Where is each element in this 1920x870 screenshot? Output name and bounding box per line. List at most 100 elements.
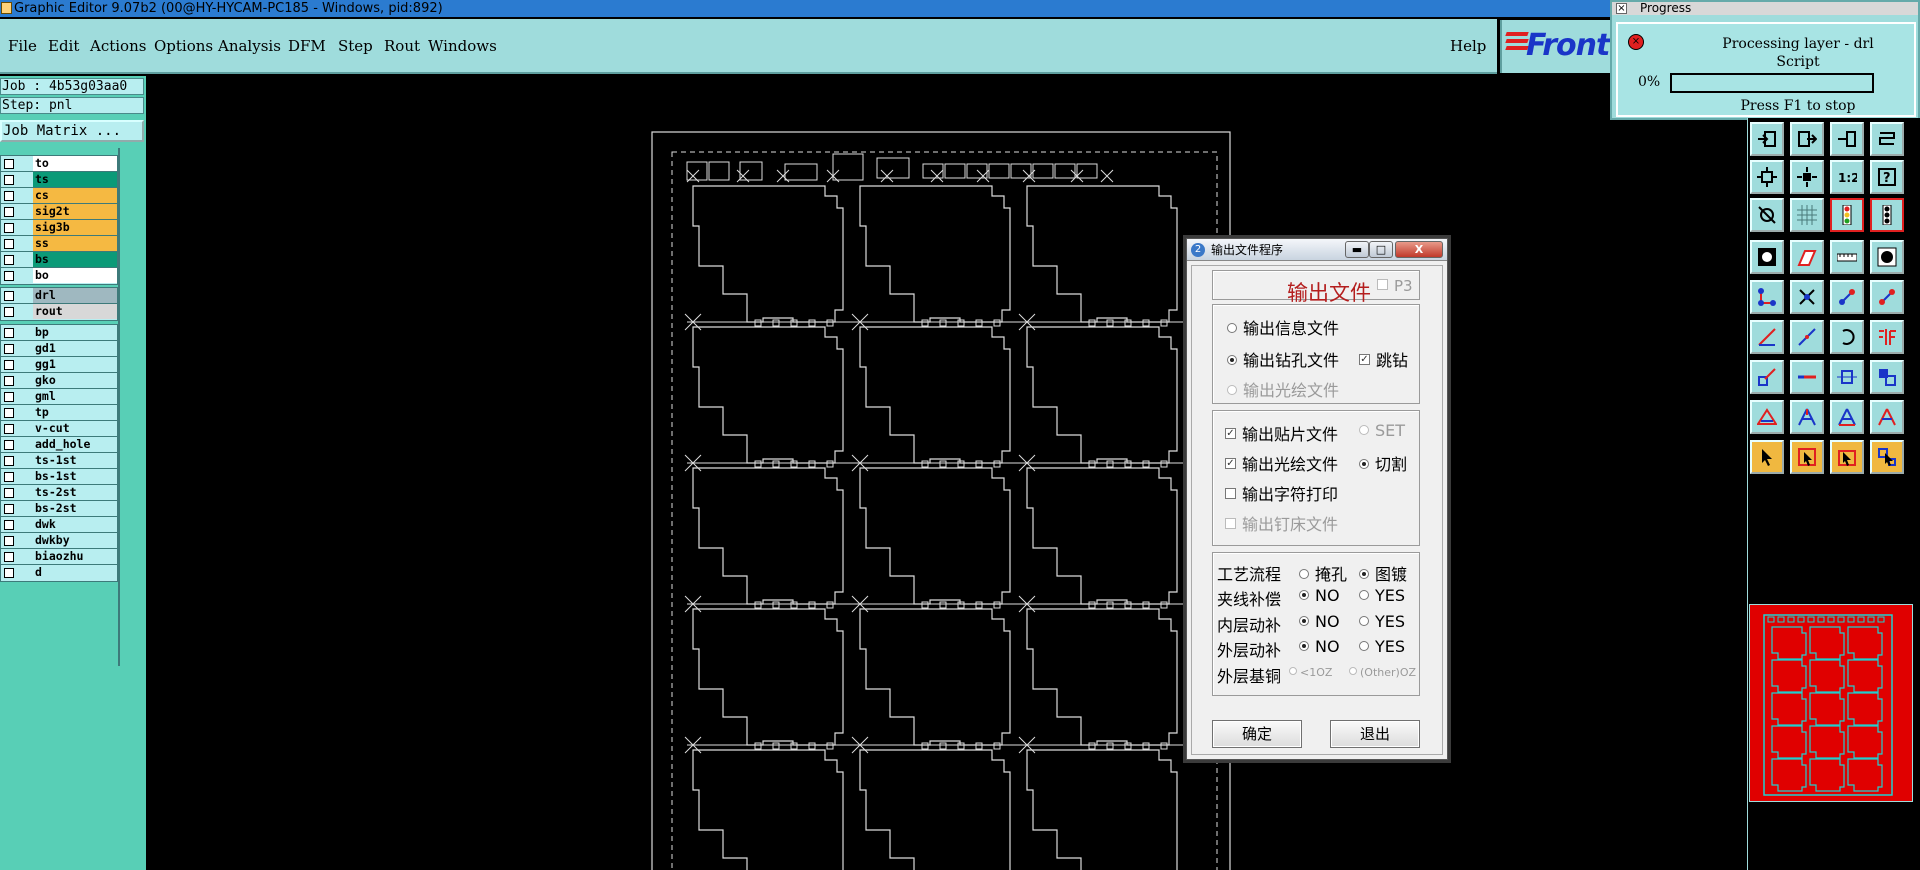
zoom-fit-icon[interactable] [1750, 160, 1784, 194]
layer-row-gko[interactable]: gko [1, 373, 117, 389]
layer-checkbox[interactable] [4, 376, 14, 386]
layer-checkbox[interactable] [4, 472, 14, 482]
layer-row-bs[interactable]: bs [1, 252, 117, 268]
checkbox-gerber-file[interactable]: ✓ 输出光绘文件 [1225, 451, 1338, 475]
layer-row-sig3b[interactable]: sig3b [1, 220, 117, 236]
layer-row-ts-2st[interactable]: ts-2st [1, 485, 117, 501]
exit-button[interactable]: 退出 [1330, 720, 1420, 748]
menu-actions[interactable]: Actions [90, 37, 146, 55]
delete-icon[interactable] [1790, 280, 1824, 314]
layer-checkbox[interactable] [4, 239, 14, 249]
radio-base-other[interactable]: (Other)OZ [1349, 666, 1416, 679]
select-box-icon[interactable] [1790, 440, 1824, 474]
layer-checkbox[interactable] [4, 207, 14, 217]
minimize-button[interactable]: ▬ [1345, 241, 1369, 258]
radio-inner-no[interactable]: NO [1299, 612, 1340, 631]
p3-checkbox[interactable]: P3 [1377, 277, 1413, 295]
step-in-icon[interactable] [1750, 122, 1784, 156]
layer-checkbox[interactable] [4, 223, 14, 233]
layer-checkbox[interactable] [4, 488, 14, 498]
display-settings-icon[interactable] [1870, 198, 1904, 232]
radio-base-lt1oz[interactable]: <1OZ [1289, 666, 1332, 679]
layer-checkbox[interactable] [4, 271, 14, 281]
layer-row-v-cut[interactable]: v-cut [1, 421, 117, 437]
layer-checkbox[interactable] [4, 392, 14, 402]
radio-clip-no[interactable]: NO [1299, 586, 1340, 605]
menu-rout[interactable]: Rout [384, 37, 420, 55]
copy-icon[interactable] [1870, 280, 1904, 314]
close-button[interactable]: X [1395, 241, 1443, 258]
layer-row-gg1[interactable]: gg1 [1, 357, 117, 373]
zoom-center-icon[interactable] [1790, 160, 1824, 194]
radio-outer-no[interactable]: NO [1299, 637, 1340, 656]
circle-icon[interactable] [1870, 240, 1904, 274]
menu-edit[interactable]: Edit [48, 37, 79, 55]
layer-colors-icon[interactable] [1830, 198, 1864, 232]
layer-checkbox[interactable] [4, 408, 14, 418]
layer-checkbox[interactable] [4, 552, 14, 562]
menu-options[interactable]: Options [154, 37, 213, 55]
layer-checkbox[interactable] [4, 504, 14, 514]
checkbox-jump-drill[interactable]: ✓ 跳钻 [1359, 347, 1408, 371]
select-poly-icon[interactable] [1830, 440, 1864, 474]
layer-row-add_hole[interactable]: add_hole [1, 437, 117, 453]
graphic-canvas[interactable] [147, 76, 1747, 870]
radio-process-plate[interactable]: 图镀 [1359, 561, 1407, 585]
layer-checkbox[interactable] [4, 175, 14, 185]
layer-row-bp[interactable]: bp [1, 325, 117, 341]
panel-minimap[interactable] [1749, 604, 1913, 802]
layer-row-biaozhu[interactable]: biaozhu [1, 549, 117, 565]
snap-icon[interactable] [1830, 122, 1864, 156]
stop-icon[interactable]: × [1628, 34, 1644, 50]
triangle-icon[interactable] [1750, 400, 1784, 434]
layer-row-gd1[interactable]: gd1 [1, 341, 117, 357]
layer-checkbox[interactable] [4, 191, 14, 201]
select-pointer-icon[interactable] [1750, 440, 1784, 474]
trim-icon[interactable] [1790, 360, 1824, 394]
radio-clip-yes[interactable]: YES [1359, 586, 1405, 605]
menu-analysis[interactable]: Analysis [218, 37, 281, 55]
arc-icon[interactable] [1830, 320, 1864, 354]
layer-checkbox[interactable] [4, 328, 14, 338]
layer-checkbox[interactable] [4, 344, 14, 354]
layer-row-dwk[interactable]: dwk [1, 517, 117, 533]
line-icon[interactable] [1750, 320, 1784, 354]
pad-icon[interactable] [1750, 240, 1784, 274]
radio-gerber-file[interactable]: 输出光绘文件 [1227, 377, 1339, 401]
checkbox-smt-file[interactable]: ✓ 输出贴片文件 [1225, 421, 1338, 445]
layer-row-to[interactable]: to [1, 156, 117, 172]
layer-row-drl[interactable]: drl [1, 288, 117, 304]
menu-windows[interactable]: Windows [428, 37, 497, 55]
layer-row-cs[interactable]: cs [1, 188, 117, 204]
zoom-1to2-icon[interactable]: 1:2 [1830, 160, 1864, 194]
layer-row-ts-1st[interactable]: ts-1st [1, 453, 117, 469]
radio-drill-file[interactable]: 输出钻孔文件 [1227, 347, 1339, 371]
slope-icon[interactable] [1790, 320, 1824, 354]
layer-checkbox[interactable] [4, 424, 14, 434]
step-out-icon[interactable] [1790, 122, 1824, 156]
layer-checkbox[interactable] [4, 159, 14, 169]
connect-icon[interactable] [1750, 280, 1784, 314]
measure-icon[interactable] [1750, 198, 1784, 232]
layer-row-ts[interactable]: ts [1, 172, 117, 188]
pad-snap-icon[interactable] [1750, 360, 1784, 394]
checkbox-bed-file[interactable]: 输出钉床文件 [1225, 511, 1338, 535]
layer-row-gml[interactable]: gml [1, 389, 117, 405]
move-icon[interactable] [1830, 280, 1864, 314]
select-net-icon[interactable] [1870, 440, 1904, 474]
help-icon[interactable]: ? [1870, 160, 1904, 194]
menu-help[interactable]: Help [1450, 37, 1486, 55]
job-matrix-button[interactable]: Job Matrix ... [0, 120, 144, 142]
layer-checkbox[interactable] [4, 360, 14, 370]
align-icon[interactable] [1830, 360, 1864, 394]
layer-checkbox[interactable] [4, 307, 14, 317]
radio-outer-yes[interactable]: YES [1359, 637, 1405, 656]
layer-checkbox[interactable] [4, 456, 14, 466]
layer-row-tp[interactable]: tp [1, 405, 117, 421]
ruler-icon[interactable] [1830, 240, 1864, 274]
layer-checkbox[interactable] [4, 536, 14, 546]
layer-row-bs-2st[interactable]: bs-2st [1, 501, 117, 517]
menu-file[interactable]: File [8, 37, 37, 55]
checkbox-char-print[interactable]: 输出字符打印 [1225, 481, 1338, 505]
radio-info-file[interactable]: 输出信息文件 [1227, 315, 1339, 339]
